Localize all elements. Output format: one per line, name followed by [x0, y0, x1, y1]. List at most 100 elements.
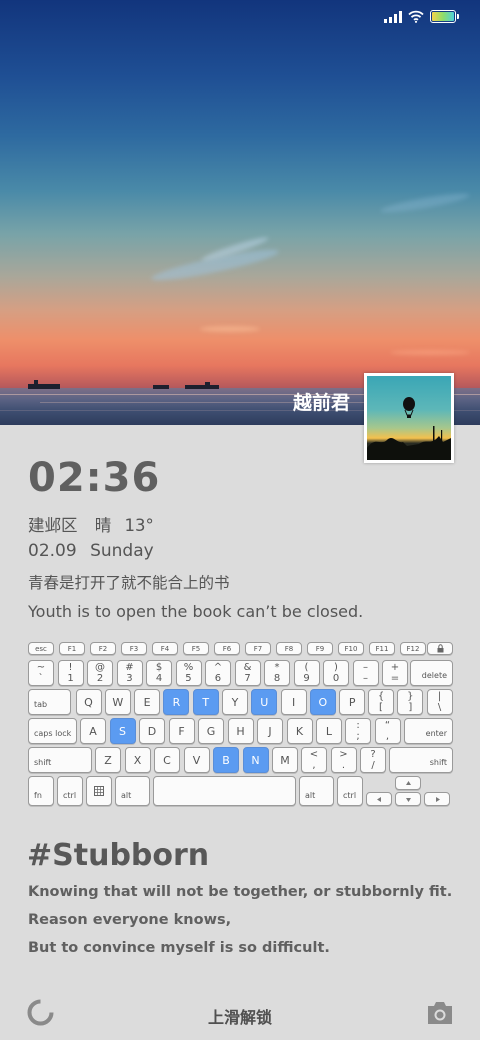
date-weekday: Sunday	[90, 541, 154, 561]
key-f7: F7	[245, 642, 271, 655]
key-ctrl-right: ctrl	[337, 776, 363, 806]
key-fn: fn	[28, 776, 54, 806]
key-arrow-down	[395, 792, 421, 806]
key-i: I	[280, 689, 307, 715]
key-qsym-2: | \	[426, 689, 453, 715]
key-zsym-0: <,	[301, 747, 327, 773]
key-num-2: @2	[87, 660, 113, 686]
quote-english: Youth is to open the book can’t be close…	[28, 602, 364, 621]
quote-line: Reason everyone knows,	[28, 912, 232, 928]
key-f: F	[168, 718, 195, 744]
key-num-12: + =	[382, 660, 408, 686]
balloon-icon	[367, 397, 451, 460]
ship	[205, 382, 210, 386]
key-e: E	[134, 689, 161, 715]
date-day: 02.09	[28, 541, 77, 561]
status-bar	[384, 10, 459, 23]
key-f4: F4	[152, 642, 178, 655]
key-arrow-right	[424, 792, 450, 806]
key-num-7: & 7	[234, 660, 261, 686]
key-num-9: (9	[293, 660, 320, 686]
key-qsym-1: }]	[397, 689, 424, 715]
lock-icon	[437, 644, 443, 653]
battery-icon	[430, 10, 459, 23]
key-qsym-0: {[	[368, 689, 394, 715]
ship	[153, 385, 169, 389]
key-j: J	[257, 718, 283, 744]
weather-temperature: 13°	[124, 516, 154, 535]
key-o: O	[309, 689, 336, 715]
key-k: K	[286, 718, 313, 744]
key-esc: esc	[28, 642, 54, 655]
key-n: N	[242, 747, 269, 773]
key-g: G	[198, 718, 224, 744]
key-a: A	[80, 718, 106, 744]
key-ctrl-left: ctrl	[57, 776, 83, 806]
grid-icon	[94, 786, 104, 796]
key-h: H	[227, 718, 254, 744]
key-num-1: ! 1	[57, 660, 84, 686]
key-f1: F1	[59, 642, 85, 655]
key-p: P	[339, 689, 366, 715]
key-c: C	[154, 747, 180, 773]
weather-line: 建邺区 晴 13°	[28, 512, 154, 536]
key-arrow-up	[395, 776, 421, 790]
key-shift-right: shift	[389, 747, 453, 773]
key-num-3: #3	[116, 660, 143, 686]
key-f3: F3	[121, 642, 147, 655]
key-delete: delete	[410, 660, 453, 686]
date-line: 02.09 Sunday	[28, 541, 154, 561]
key-u: U	[251, 689, 278, 715]
key-f8: F8	[276, 642, 302, 655]
ship	[185, 385, 219, 389]
key-num-0: ~ `	[28, 660, 54, 686]
signal-icon	[384, 10, 402, 23]
key-arrow-left	[366, 792, 392, 806]
key-m: M	[272, 747, 298, 773]
wallpaper-author: 越前君	[292, 392, 350, 414]
key-s: S	[109, 718, 136, 744]
key-f6: F6	[214, 642, 240, 655]
quote-line: Knowing that will not be together, or st…	[28, 884, 453, 900]
ship	[34, 380, 38, 385]
clock-time: 02:36	[28, 455, 161, 501]
key-tab: tab	[28, 689, 71, 715]
key-space	[153, 776, 296, 806]
key-caps-lock: caps lock	[28, 718, 77, 744]
hashtag-title: #Stubborn	[27, 838, 210, 873]
key-d: D	[139, 718, 165, 744]
key-num-10: ) 0	[323, 660, 349, 686]
swipe-up-unlock[interactable]: 上滑解锁	[0, 1004, 480, 1028]
key-zsym-2: ? /	[360, 747, 386, 773]
key-num-5: % 5	[175, 660, 202, 686]
key-f12: F12	[400, 642, 426, 655]
key-f9: F9	[307, 642, 333, 655]
key-num-11: – –	[352, 660, 379, 686]
key-alt-right: alt	[299, 776, 334, 806]
wallpaper-thumbnail[interactable]	[364, 373, 454, 463]
key-alt-left: alt	[115, 776, 150, 806]
key-x: X	[124, 747, 151, 773]
key-lock	[427, 642, 453, 655]
key-t: T	[192, 689, 219, 715]
key-asym-0: :;	[345, 718, 371, 744]
key-f10: F10	[338, 642, 364, 655]
key-q: Q	[75, 689, 102, 715]
key-w: W	[104, 689, 131, 715]
key-r: R	[163, 689, 190, 715]
key-z: Z	[95, 747, 121, 773]
weather-location: 建邺区	[28, 516, 78, 535]
key-num-4: $4	[146, 660, 172, 686]
key-l: L	[316, 718, 342, 744]
key-zsym-1: >.	[330, 747, 357, 773]
key-f5: F5	[183, 642, 209, 655]
quote-line: But to convince myself is so difficult.	[28, 940, 330, 956]
wifi-icon	[408, 10, 424, 23]
camera-icon[interactable]	[426, 1000, 454, 1025]
key-f2: F2	[90, 642, 116, 655]
key-command	[86, 776, 112, 806]
key-f11: F11	[369, 642, 395, 655]
quote-chinese: 青春是打开了就不能合上的书	[28, 574, 230, 592]
ship	[28, 384, 60, 389]
key-y: Y	[222, 689, 248, 715]
